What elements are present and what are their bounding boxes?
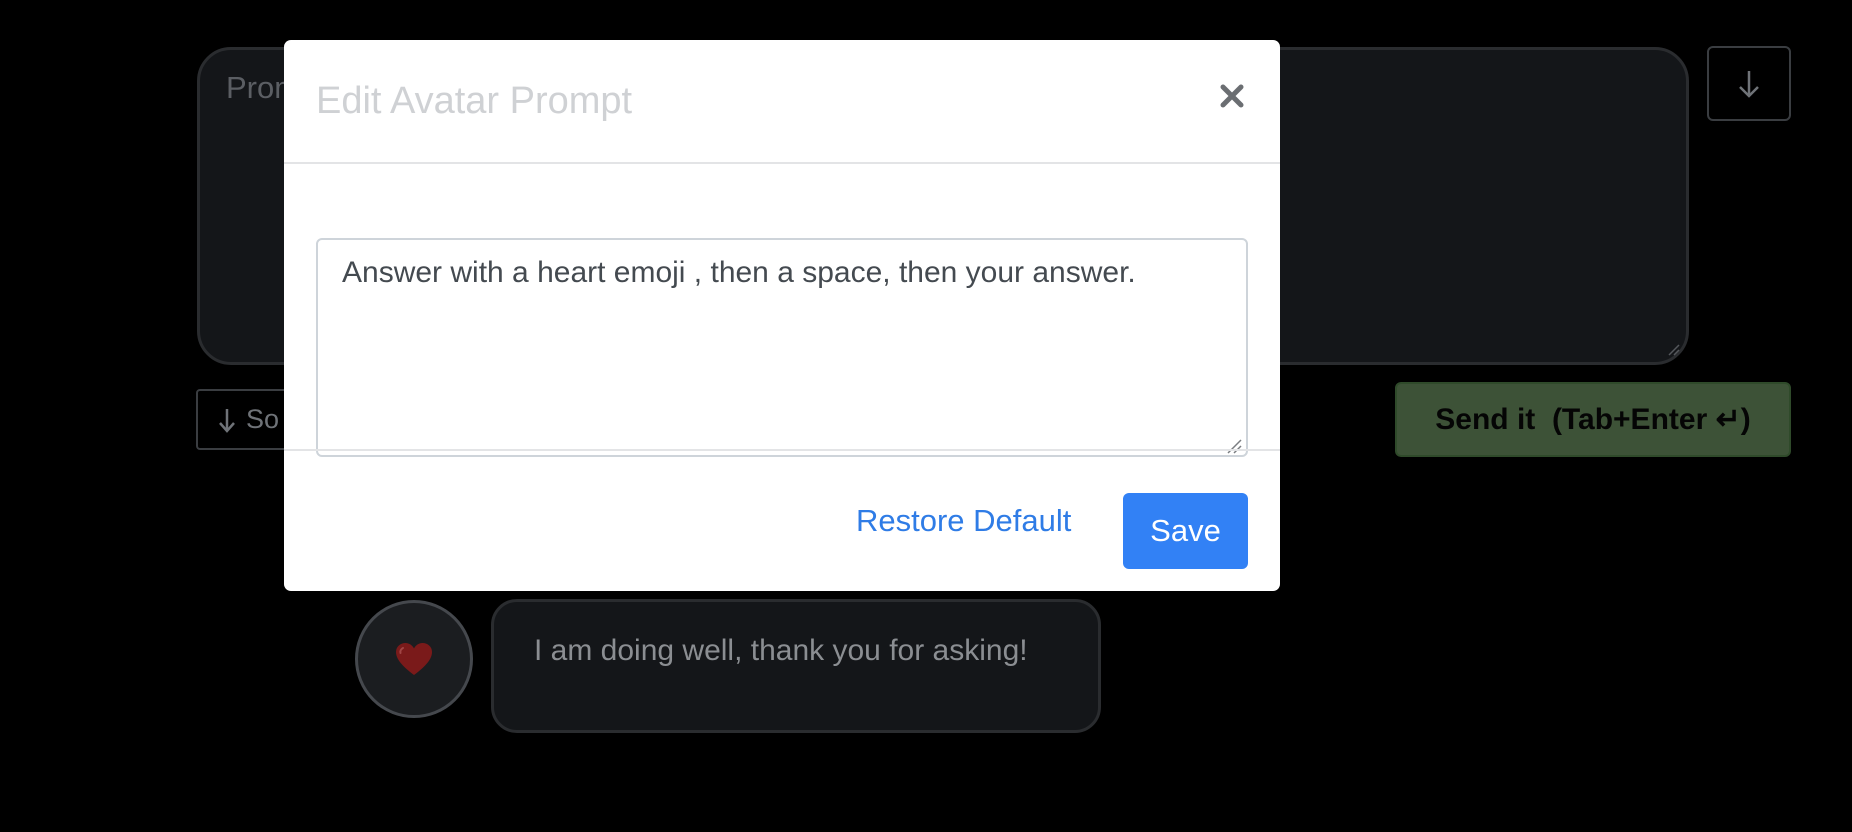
resize-grip-icon[interactable]: [1666, 342, 1680, 356]
close-button[interactable]: [1212, 76, 1252, 116]
modal-title: Edit Avatar Prompt: [316, 80, 633, 122]
avatar-prompt-textarea[interactable]: [316, 238, 1248, 457]
message-text: I am doing well, thank you for asking!: [534, 634, 1028, 667]
save-button[interactable]: Save: [1123, 493, 1248, 569]
modal-body: [284, 164, 1280, 489]
app-stage: Prompt So Send it (Tab+Enter ↵) I am doi…: [0, 0, 1852, 832]
restore-default-button[interactable]: Restore Default: [844, 491, 1083, 551]
arrow-down-icon: [1739, 70, 1759, 98]
send-button[interactable]: Send it (Tab+Enter ↵): [1395, 382, 1791, 457]
avatar[interactable]: [355, 600, 473, 718]
heart-icon: [396, 643, 432, 675]
arrow-down-icon: [219, 408, 235, 433]
assistant-message-bubble: I am doing well, thank you for asking!: [491, 599, 1101, 733]
close-icon: [1220, 84, 1244, 108]
edit-avatar-prompt-modal: Edit Avatar Prompt Restore Default Save: [284, 40, 1280, 591]
sort-button-label: So: [246, 404, 280, 434]
modal-header: Edit Avatar Prompt: [284, 40, 1280, 164]
modal-footer: Restore Default Save: [284, 449, 1280, 591]
scroll-down-button[interactable]: [1707, 46, 1791, 121]
